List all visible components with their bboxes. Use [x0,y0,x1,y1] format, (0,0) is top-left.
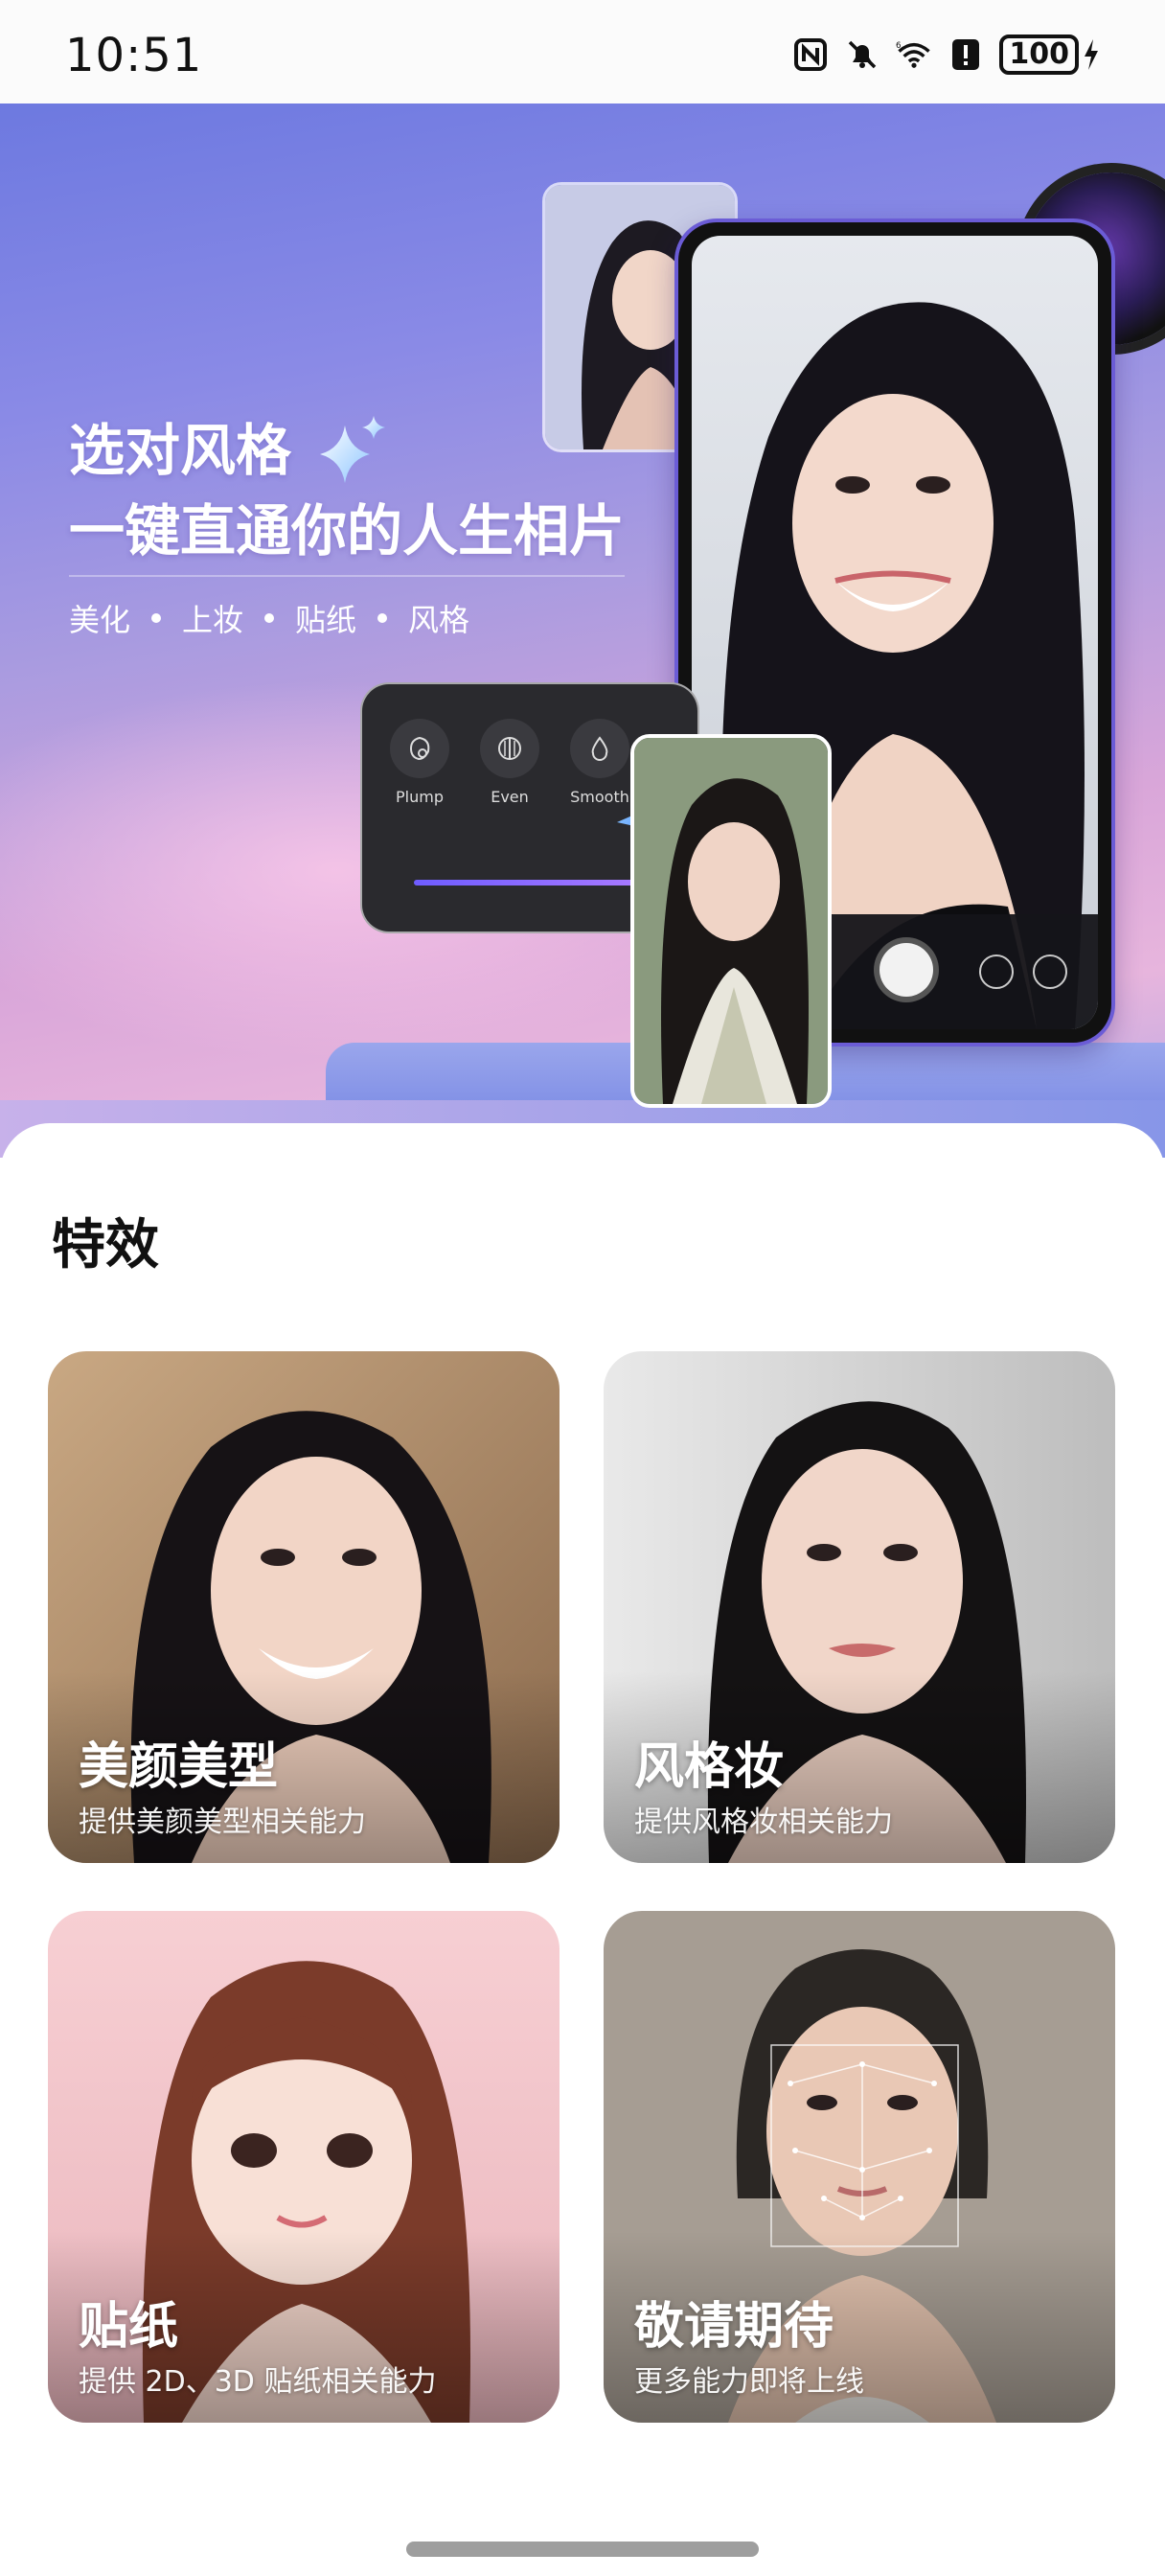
card-title: 贴纸 [79,2298,179,2356]
card-coming-soon[interactable]: 敬请期待 更多能力即将上线 [604,1911,1115,2423]
battery-indicator: 100 [999,34,1100,75]
timer-icon [979,954,1014,989]
card-style-makeup[interactable]: 风格妆 提供风格妆相关能力 [604,1351,1115,1863]
effects-sheet: 特效 美颜美型 提供美颜美型相关能力 风格妆 提供风格妆相关能力 贴纸 提供 2… [0,1123,1165,2576]
status-bar: 10:51 6 100 [0,0,1165,104]
tag-sticker: 贴纸 [295,602,357,638]
alert-icon [948,36,984,73]
portrait-thumbnail-bottom [630,734,832,1108]
tag-makeup: 上妆 [182,602,244,638]
sparkle-icon [320,416,385,483]
shutter-button [879,943,933,997]
status-time: 10:51 [65,29,203,82]
status-icons: 6 100 [792,34,1100,75]
svg-text:6: 6 [896,41,902,51]
mute-bell-icon [844,36,880,73]
option-label: Plump [396,788,444,806]
card-title: 风格妆 [634,1738,785,1796]
hero-title-line2: 一键直通你的人生相片 [69,498,626,564]
card-description: 更多能力即将上线 [634,2365,864,2399]
card-title: 美颜美型 [79,1738,279,1796]
tag-separator [377,613,388,623]
even-icon [480,719,539,778]
home-indicator[interactable] [406,2542,759,2557]
tag-beautify: 美化 [69,602,131,638]
card-title: 敬请期待 [634,2298,834,2356]
option-label: Even [491,788,529,806]
wifi-6-icon: 6 [896,36,932,73]
plump-icon [390,719,449,778]
switch-camera-icon [1033,954,1067,989]
intensity-slider [414,880,644,886]
battery-level: 100 [999,34,1079,75]
tag-style: 风格 [408,602,470,638]
hero-tags: 美化 上妆 贴纸 风格 [69,596,469,640]
tag-separator [151,613,162,623]
section-title: 特效 [52,1214,159,1276]
card-beauty-shape[interactable]: 美颜美型 提供美颜美型相关能力 [48,1351,560,1863]
drop-icon [570,719,629,778]
hero-divider [69,575,625,577]
option-even: Even [471,719,548,806]
hero-banner[interactable]: Plump Even Smooth 选对风格 一键直通你的人生相片 美化 上妆 … [0,104,1165,1158]
option-plump: Plump [381,719,458,806]
nfc-icon [792,36,829,73]
tag-separator [264,613,275,623]
card-stickers[interactable]: 贴纸 提供 2D、3D 贴纸相关能力 [48,1911,560,2423]
card-description: 提供风格妆相关能力 [634,1806,893,1839]
charging-bolt-icon [1085,39,1098,70]
card-description: 提供美颜美型相关能力 [79,1806,366,1839]
card-description: 提供 2D、3D 贴纸相关能力 [79,2365,437,2399]
